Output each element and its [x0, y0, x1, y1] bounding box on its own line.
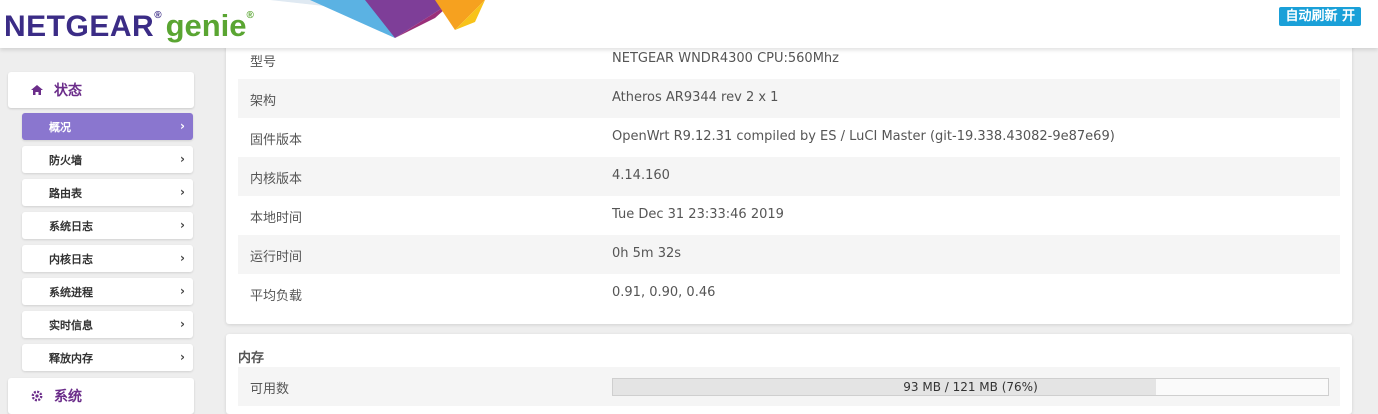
sidebar-section-system-label: 系统 — [54, 389, 82, 405]
gear-icon — [31, 390, 43, 402]
sidebar-item-overview[interactable]: 概况 › — [22, 113, 193, 140]
sidebar-item-firewall[interactable]: 防火墙 › — [22, 146, 193, 173]
system-info-panel: 型号 NETGEAR WNDR4300 CPU:560Mhz 架构 Athero… — [226, 20, 1352, 324]
row-key: 平均负载 — [250, 289, 303, 304]
sidebar-item-label: 内核日志 — [49, 252, 93, 266]
sidebar-item-processes[interactable]: 系统进程 › — [22, 278, 193, 305]
info-row-kernel: 内核版本 4.14.160 — [238, 157, 1340, 196]
row-key: 本地时间 — [250, 211, 303, 226]
row-value: Atheros AR9344 rev 2 x 1 — [612, 90, 779, 105]
memory-progress-text: 93 MB / 121 MB (76%) — [903, 380, 1038, 394]
row-key: 内核版本 — [250, 172, 303, 187]
memory-section-title: 内存 — [238, 351, 265, 366]
sidebar-section-status-label: 状态 — [54, 83, 82, 99]
row-key: 运行时间 — [250, 250, 303, 265]
info-row-architecture: 架构 Atheros AR9344 rev 2 x 1 — [238, 79, 1340, 118]
auto-refresh-toggle[interactable]: 自动刷新 开 — [1279, 7, 1361, 26]
sidebar-item-label: 系统日志 — [49, 219, 93, 233]
chevron-right-icon: › — [180, 284, 185, 298]
header-decoration-graphic — [270, 0, 485, 38]
sidebar-item-label: 路由表 — [49, 186, 82, 200]
sidebar-item-label: 概况 — [49, 120, 71, 134]
chevron-right-icon: › — [180, 350, 185, 364]
chevron-right-icon: › — [180, 185, 185, 199]
chevron-right-icon: › — [180, 218, 185, 232]
chevron-right-icon: › — [180, 152, 185, 166]
sidebar-item-label: 释放内存 — [49, 351, 93, 365]
memory-row-available: 可用数 93 MB / 121 MB (76%) — [238, 367, 1340, 406]
chevron-right-icon: › — [180, 317, 185, 331]
sidebar: 状态 概况 › 防火墙 › 路由表 › 系统日志 › 内核日志 › 系统进程 ›… — [0, 48, 205, 414]
sidebar-item-free-memory[interactable]: 释放内存 › — [22, 344, 193, 371]
sidebar-item-label: 实时信息 — [49, 318, 93, 332]
top-header: NETGEAR® genie® 自动刷新 开 — [0, 0, 1378, 48]
chevron-right-icon: › — [180, 119, 185, 133]
row-key: 固件版本 — [250, 133, 303, 148]
home-icon — [31, 85, 43, 95]
sidebar-item-realtime[interactable]: 实时信息 › — [22, 311, 193, 338]
chevron-right-icon: › — [180, 251, 185, 265]
sidebar-section-system[interactable]: 系统 — [8, 378, 194, 414]
row-value: 0.91, 0.90, 0.46 — [612, 285, 716, 300]
row-value: OpenWrt R9.12.31 compiled by ES / LuCI M… — [612, 129, 1115, 144]
row-value: Tue Dec 31 23:33:46 2019 — [612, 207, 784, 222]
row-key: 架构 — [250, 94, 277, 109]
memory-panel: 内存 可用数 93 MB / 121 MB (76%) — [226, 334, 1352, 414]
row-key: 可用数 — [250, 382, 290, 397]
sidebar-item-label: 系统进程 — [49, 285, 93, 299]
sidebar-item-kernel-log[interactable]: 内核日志 › — [22, 245, 193, 272]
sidebar-item-system-log[interactable]: 系统日志 › — [22, 212, 193, 239]
row-value: 0h 5m 32s — [612, 246, 682, 261]
memory-progress-bar: 93 MB / 121 MB (76%) — [612, 378, 1329, 396]
logo-reg-mark: ® — [154, 10, 162, 21]
sidebar-item-routes[interactable]: 路由表 › — [22, 179, 193, 206]
logo-brand: NETGEAR — [4, 10, 155, 43]
row-value: NETGEAR WNDR4300 CPU:560Mhz — [612, 51, 839, 66]
info-row-uptime: 运行时间 0h 5m 32s — [238, 235, 1340, 274]
info-row-firmware: 固件版本 OpenWrt R9.12.31 compiled by ES / L… — [238, 118, 1340, 157]
row-value: 4.14.160 — [612, 168, 670, 183]
netgear-genie-logo[interactable]: NETGEAR® genie® — [4, 8, 254, 44]
sidebar-item-label: 防火墙 — [49, 153, 82, 167]
sidebar-section-status[interactable]: 状态 — [8, 72, 194, 108]
info-row-load-average: 平均负载 0.91, 0.90, 0.46 — [238, 274, 1340, 313]
info-row-local-time: 本地时间 Tue Dec 31 23:33:46 2019 — [238, 196, 1340, 235]
row-key: 型号 — [250, 55, 277, 70]
logo-product: genie — [165, 8, 247, 43]
logo-reg-mark-2: ® — [246, 10, 254, 21]
